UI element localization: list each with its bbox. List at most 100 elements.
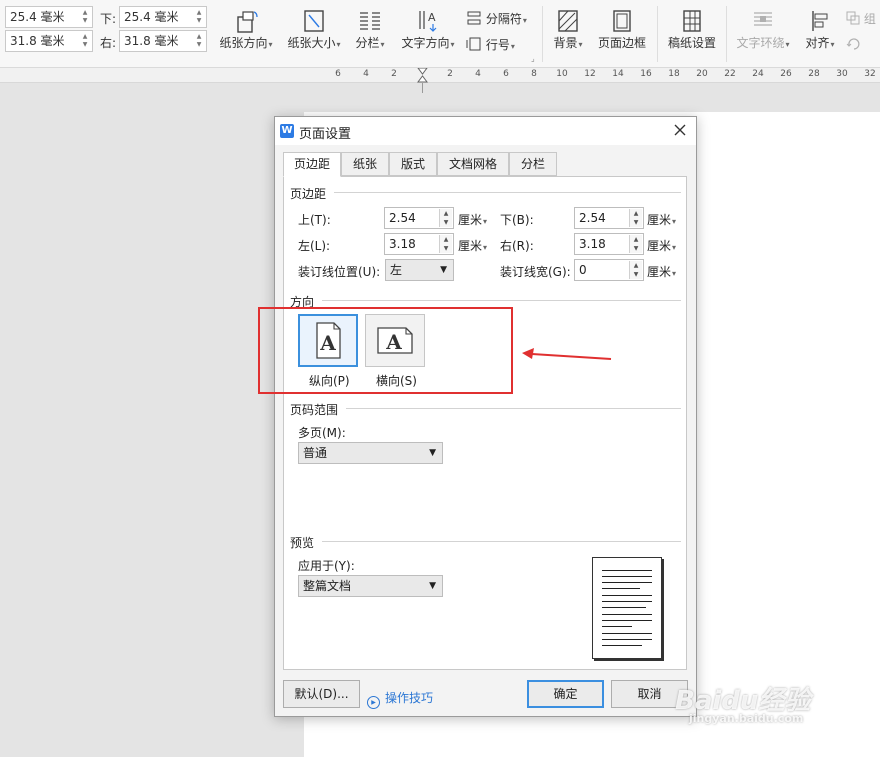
apply-to-select[interactable]: 整篇文档 ▼	[298, 575, 443, 597]
spin-arrows-icon[interactable]: ▲ ▼	[629, 261, 642, 279]
gutter-width-unit[interactable]: 厘米▾	[647, 263, 676, 280]
margin-bottom-label: 下:	[100, 12, 117, 26]
margin-right-value: 3.18	[579, 237, 606, 251]
dialog-title-bar[interactable]: W 页面设置	[275, 117, 696, 145]
text-wrap-icon	[754, 12, 772, 26]
apply-to-label: 应用于(Y):	[298, 559, 355, 573]
paper-orientation-button[interactable]: 纸张方向▾	[216, 8, 276, 51]
margin-top-label: 上(T):	[298, 213, 331, 227]
section-divider	[346, 408, 681, 409]
horizontal-ruler[interactable]: 6 4 2 2 4 6 8 10 12 14 16 18 20 22 24 26…	[0, 68, 880, 83]
spin-arrows-icon[interactable]: ▲ ▼	[194, 9, 204, 25]
margin-bottom-input[interactable]: 25.4 毫米 ▲ ▼	[119, 6, 207, 28]
margin-bottom-unit[interactable]: 厘米▾	[647, 211, 676, 228]
tab-columns[interactable]: 分栏	[509, 152, 557, 176]
ruler-tick: 8	[531, 69, 537, 79]
background-button[interactable]: 背景▾	[548, 8, 588, 51]
margin-right-label: 右:	[100, 36, 117, 50]
dialog-launcher-icon[interactable]: ⌟	[531, 54, 535, 63]
ruler-tick: 32	[864, 69, 876, 79]
line-number-label: 行号	[485, 38, 510, 52]
align-button[interactable]: 对齐▾	[800, 8, 840, 51]
margin-right-label: 右(R):	[500, 239, 534, 253]
annotation-arrow-icon	[522, 348, 612, 360]
watermark-url: jingyan.baidu.com	[689, 712, 804, 725]
margin-top-input[interactable]: 25.4 毫米 ▲ ▼	[5, 6, 93, 28]
margin-left-label: 左(L):	[298, 239, 331, 253]
dropdown-arrow-icon: ▼	[429, 448, 436, 458]
multi-page-label: 多页(M):	[298, 426, 346, 440]
text-direction-icon: A	[419, 11, 437, 32]
page-range-heading: 页码范围	[290, 403, 339, 417]
tab-paper[interactable]: 纸张	[341, 152, 389, 176]
separator-button[interactable]: 分隔符▾	[466, 10, 536, 27]
gutter-width-field[interactable]: 0 ▲ ▼	[574, 259, 644, 281]
gutter-position-select[interactable]: 左 ▼	[385, 259, 454, 281]
paper-size-label: 纸张大小	[287, 36, 336, 50]
margin-bottom-label: 下(B):	[500, 213, 534, 227]
annotation-highlight-box	[258, 307, 513, 394]
ruler-tick: 4	[363, 69, 369, 79]
spin-arrows-icon[interactable]: ▲ ▼	[439, 235, 452, 253]
margin-right-unit[interactable]: 厘米▾	[647, 237, 676, 254]
spin-arrows-icon[interactable]: ▲ ▼	[439, 209, 452, 227]
ruler-tick: 12	[584, 69, 596, 79]
default-button[interactable]: 默认(D)...	[283, 680, 360, 708]
spin-arrows-icon[interactable]: ▲ ▼	[80, 9, 90, 25]
margin-right-field[interactable]: 3.18 ▲ ▼	[574, 233, 644, 255]
page-border-button[interactable]: 页面边框	[594, 8, 650, 51]
ruler-tick: 14	[612, 69, 624, 79]
rotate-icon	[846, 38, 860, 50]
indent-marker-icon[interactable]	[417, 68, 428, 83]
group-icon	[846, 11, 860, 25]
margin-top-field[interactable]: 2.54 ▲ ▼	[384, 207, 454, 229]
spin-arrows-icon[interactable]: ▲ ▼	[629, 235, 642, 253]
section-divider	[334, 192, 681, 193]
tab-layout[interactable]: 版式	[389, 152, 437, 176]
text-wrap-label: 文字环绕	[736, 36, 785, 50]
text-wrap-button[interactable]: 文字环绕▾	[732, 8, 794, 51]
paper-orientation-label: 纸张方向	[219, 36, 268, 50]
manuscript-setup-button[interactable]: 稿纸设置	[663, 8, 721, 51]
preview-heading: 预览	[290, 536, 315, 550]
margin-left-unit[interactable]: 厘米▾	[458, 237, 487, 254]
toolbar-divider	[542, 6, 543, 62]
spin-arrows-icon[interactable]: ▲ ▼	[194, 33, 204, 49]
spin-arrows-icon[interactable]: ▲ ▼	[80, 33, 90, 49]
margins-heading: 页边距	[290, 187, 327, 201]
ruler-tick: 26	[780, 69, 792, 79]
tab-margins[interactable]: 页边距	[283, 152, 341, 177]
margin-top-unit[interactable]: 厘米▾	[458, 211, 487, 228]
ok-button[interactable]: 确定	[527, 680, 604, 708]
tips-link[interactable]: ▶ 操作技巧	[367, 689, 433, 709]
text-direction-button[interactable]: A 文字方向▾	[398, 8, 458, 51]
rotate-button[interactable]	[846, 36, 880, 51]
ruler-tick: 4	[475, 69, 481, 79]
gutter-width-label: 装订线宽(G):	[500, 265, 571, 279]
ruler-tick: 28	[808, 69, 820, 79]
svg-text:A: A	[428, 11, 436, 24]
paper-size-icon	[304, 10, 324, 32]
margin-right-input[interactable]: 31.8 毫米 ▲ ▼	[119, 30, 207, 52]
dialog-title: 页面设置	[299, 127, 352, 142]
margins-panel: 页边距 上(T): 2.54 ▲ ▼ 厘米▾ 下(B): 2.54 ▲ ▼ 厘米▾ …	[283, 176, 687, 670]
margin-bottom-field[interactable]: 2.54 ▲ ▼	[574, 207, 644, 229]
close-icon[interactable]	[672, 122, 688, 138]
page-setup-dialog: W 页面设置 页边距 纸张 版式 文档网格 分栏 页边距 上(T): 2.54 …	[274, 116, 697, 717]
margin-bottom-value: 25.4 毫米	[124, 10, 179, 24]
tab-document-grid[interactable]: 文档网格	[437, 152, 509, 176]
separator-icon	[467, 11, 481, 25]
paper-size-button[interactable]: 纸张大小▾	[284, 8, 344, 51]
ruler-tick: 6	[335, 69, 341, 79]
spin-arrows-icon[interactable]: ▲ ▼	[629, 209, 642, 227]
ruler-tick: 16	[640, 69, 652, 79]
line-number-button[interactable]: 行号▾	[466, 36, 536, 53]
dropdown-arrow-icon: ▼	[429, 581, 436, 591]
page-border-label: 页面边框	[597, 36, 646, 50]
margin-left-input[interactable]: 31.8 毫米 ▲ ▼	[5, 30, 93, 52]
margin-left-field[interactable]: 3.18 ▲ ▼	[384, 233, 454, 255]
group-button[interactable]: 组	[846, 10, 880, 27]
columns-button[interactable]: 分栏▾	[350, 8, 390, 51]
multi-page-select[interactable]: 普通 ▼	[298, 442, 443, 464]
dropdown-arrow-icon: ▼	[440, 265, 447, 275]
